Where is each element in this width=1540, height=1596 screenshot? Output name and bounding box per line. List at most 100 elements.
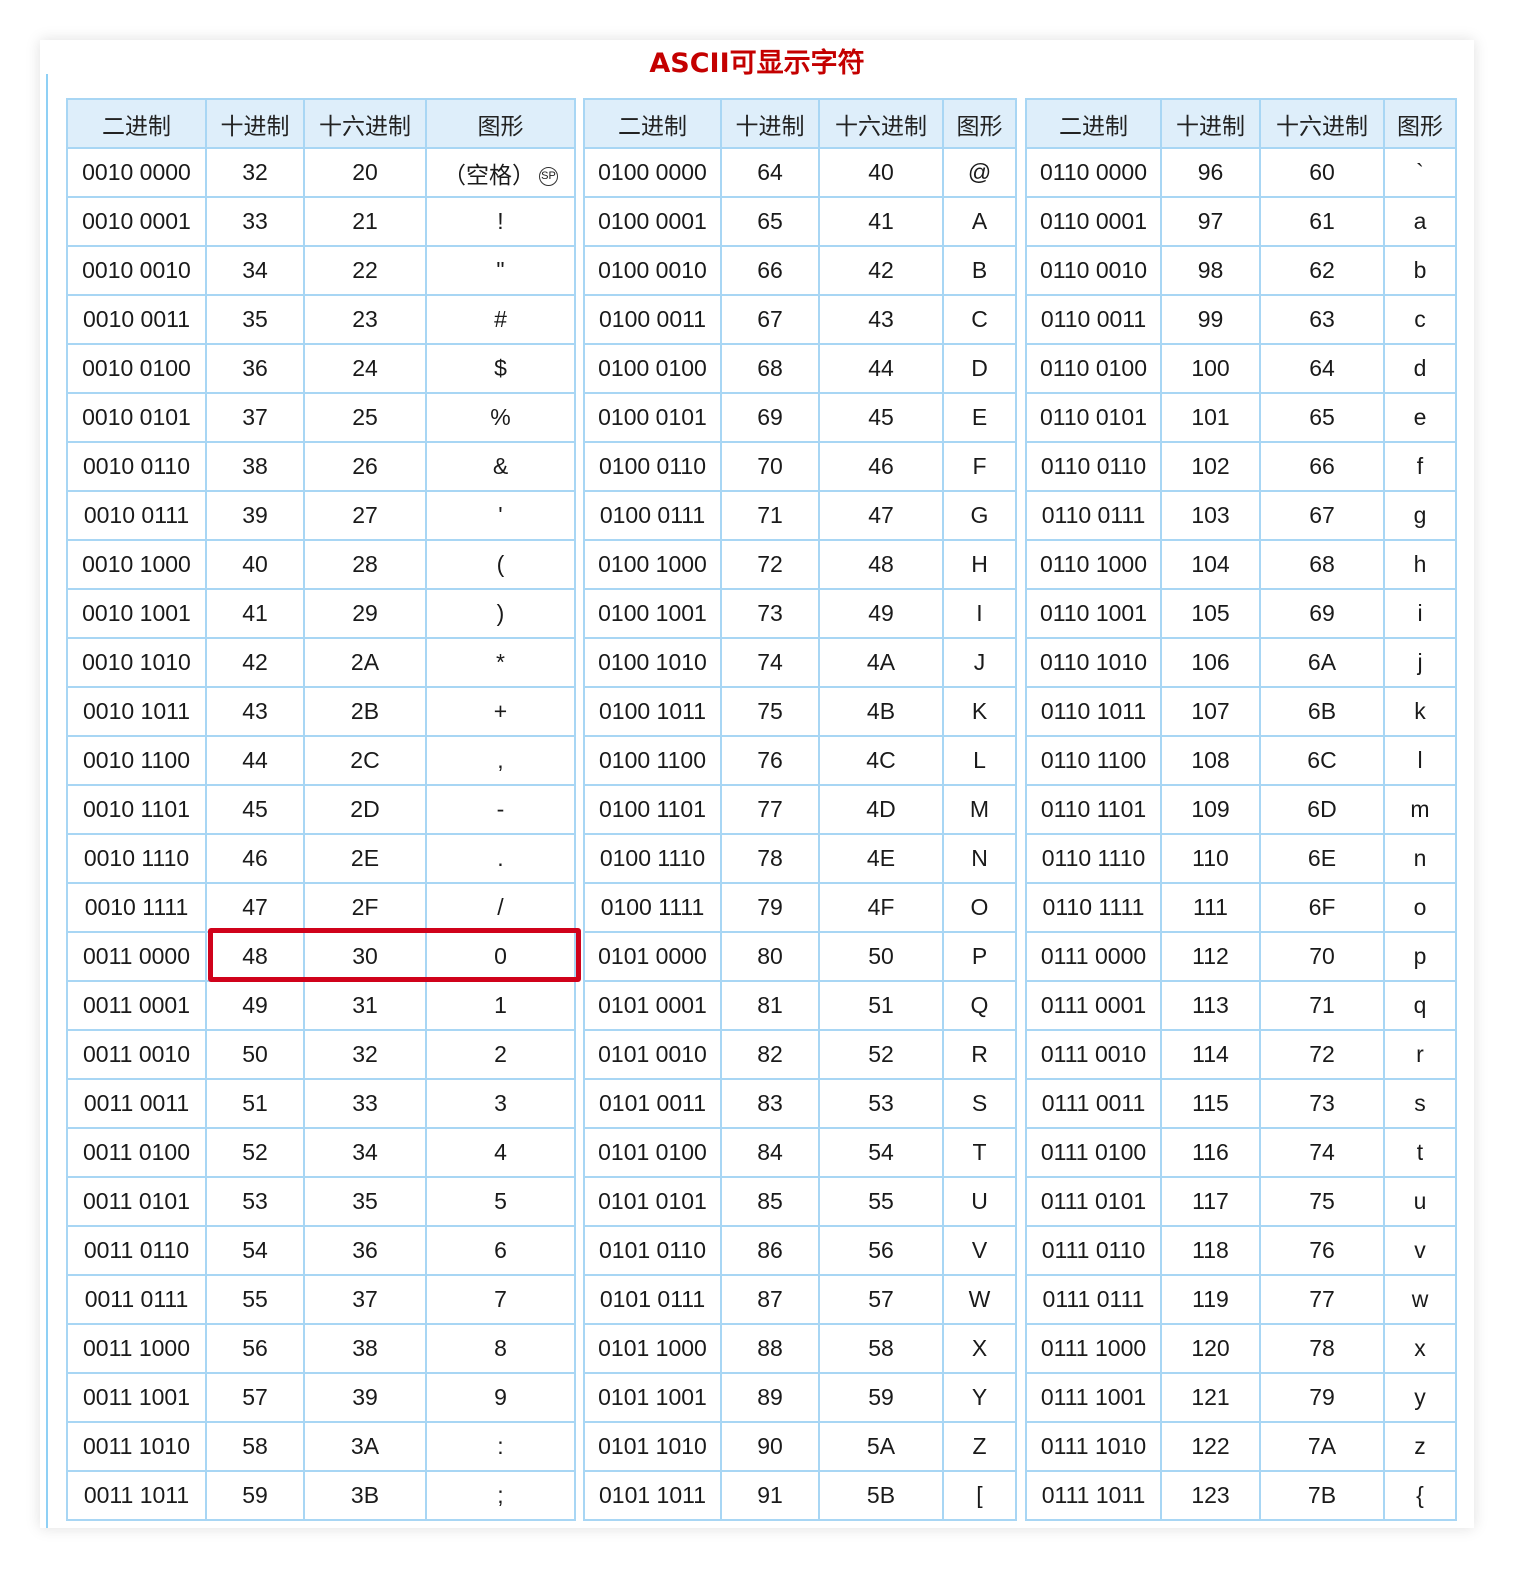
decimal-cell: 90 bbox=[720, 1421, 820, 1472]
binary-cell: 0100 0110 bbox=[583, 441, 722, 492]
table-row: 0010 1111 47 2F / bbox=[66, 882, 576, 933]
hex-cell: 2E bbox=[303, 833, 427, 884]
hex-cell: 57 bbox=[818, 1274, 944, 1325]
hex-cell: 3A bbox=[303, 1421, 427, 1472]
header-glyph: 图形 bbox=[942, 98, 1017, 149]
decimal-cell: 104 bbox=[1160, 539, 1261, 590]
table-row: 0110 1111 111 6F o bbox=[1025, 882, 1457, 933]
table-row: 0110 1101 109 6D m bbox=[1025, 784, 1457, 835]
glyph-cell: R bbox=[942, 1029, 1017, 1080]
table-row: 0011 0001 49 31 1 bbox=[66, 980, 576, 1031]
binary-cell: 0101 1011 bbox=[583, 1470, 722, 1521]
hex-cell: 29 bbox=[303, 588, 427, 639]
decimal-cell: 116 bbox=[1160, 1127, 1261, 1178]
glyph-cell: f bbox=[1383, 441, 1457, 492]
decimal-cell: 44 bbox=[205, 735, 305, 786]
hex-cell: 33 bbox=[303, 1078, 427, 1129]
table-row: 0100 0001 65 41 A bbox=[583, 196, 1017, 247]
glyph-cell: K bbox=[942, 686, 1017, 737]
binary-cell: 0110 1001 bbox=[1025, 588, 1162, 639]
hex-cell: 6D bbox=[1259, 784, 1385, 835]
hex-cell: 37 bbox=[303, 1274, 427, 1325]
hex-cell: 26 bbox=[303, 441, 427, 492]
hex-cell: 4F bbox=[818, 882, 944, 933]
glyph-cell: X bbox=[942, 1323, 1017, 1374]
glyph-cell: M bbox=[942, 784, 1017, 835]
binary-cell: 0100 0000 bbox=[583, 147, 722, 198]
hex-cell: 40 bbox=[818, 147, 944, 198]
hex-cell: 59 bbox=[818, 1372, 944, 1423]
glyph-cell: 8 bbox=[425, 1323, 576, 1374]
decimal-cell: 40 bbox=[205, 539, 305, 590]
binary-cell: 0010 1110 bbox=[66, 833, 207, 884]
binary-cell: 0110 1011 bbox=[1025, 686, 1162, 737]
table-row: 0101 0100 84 54 T bbox=[583, 1127, 1017, 1178]
decimal-cell: 54 bbox=[205, 1225, 305, 1276]
hex-cell: 3B bbox=[303, 1470, 427, 1521]
decimal-cell: 66 bbox=[720, 245, 820, 296]
decimal-cell: 115 bbox=[1160, 1078, 1261, 1129]
hex-cell: 75 bbox=[1259, 1176, 1385, 1227]
decimal-cell: 107 bbox=[1160, 686, 1261, 737]
glyph-cell: O bbox=[942, 882, 1017, 933]
table-row: 0100 0010 66 42 B bbox=[583, 245, 1017, 296]
hex-cell: 62 bbox=[1259, 245, 1385, 296]
decimal-cell: 84 bbox=[720, 1127, 820, 1178]
hex-cell: 51 bbox=[818, 980, 944, 1031]
hex-cell: 36 bbox=[303, 1225, 427, 1276]
glyph-cell: j bbox=[1383, 637, 1457, 688]
binary-cell: 0111 0110 bbox=[1025, 1225, 1162, 1276]
decimal-cell: 52 bbox=[205, 1127, 305, 1178]
glyph-cell: H bbox=[942, 539, 1017, 590]
binary-cell: 0111 1010 bbox=[1025, 1421, 1162, 1472]
hex-cell: 4C bbox=[818, 735, 944, 786]
hex-cell: 65 bbox=[1259, 392, 1385, 443]
glyph-cell: [ bbox=[942, 1470, 1017, 1521]
table-row: 0100 1111 79 4F O bbox=[583, 882, 1017, 933]
header-row: 二进制 十进制 十六进制 图形 bbox=[583, 98, 1017, 149]
hex-cell: 31 bbox=[303, 980, 427, 1031]
hex-cell: 74 bbox=[1259, 1127, 1385, 1178]
glyph-cell: 6 bbox=[425, 1225, 576, 1276]
decimal-cell: 43 bbox=[205, 686, 305, 737]
glyph-cell: ` bbox=[1383, 147, 1457, 198]
table-row: 0011 1001 57 39 9 bbox=[66, 1372, 576, 1423]
table-row: 0010 1011 43 2B + bbox=[66, 686, 576, 737]
decimal-cell: 53 bbox=[205, 1176, 305, 1227]
table-row: 0100 0011 67 43 C bbox=[583, 294, 1017, 345]
table-row: 0101 1001 89 59 Y bbox=[583, 1372, 1017, 1423]
hex-cell: 6F bbox=[1259, 882, 1385, 933]
glyph-cell: Z bbox=[942, 1421, 1017, 1472]
decimal-cell: 69 bbox=[720, 392, 820, 443]
binary-cell: 0101 0110 bbox=[583, 1225, 722, 1276]
binary-cell: 0010 1011 bbox=[66, 686, 207, 737]
table-row: 0100 0101 69 45 E bbox=[583, 392, 1017, 443]
binary-cell: 0010 0101 bbox=[66, 392, 207, 443]
binary-cell: 0111 0000 bbox=[1025, 931, 1162, 982]
glyph-cell: # bbox=[425, 294, 576, 345]
hex-cell: 28 bbox=[303, 539, 427, 590]
table-row: 0010 1001 41 29) bbox=[66, 588, 576, 639]
decimal-cell: 48 bbox=[205, 931, 305, 982]
decimal-cell: 67 bbox=[720, 294, 820, 345]
binary-cell: 0110 0000 bbox=[1025, 147, 1162, 198]
glyph-cell: T bbox=[942, 1127, 1017, 1178]
binary-cell: 0110 0111 bbox=[1025, 490, 1162, 541]
decimal-cell: 91 bbox=[720, 1470, 820, 1521]
hex-cell: 60 bbox=[1259, 147, 1385, 198]
glyph-cell: Y bbox=[942, 1372, 1017, 1423]
binary-cell: 0011 0110 bbox=[66, 1225, 207, 1276]
decimal-cell: 35 bbox=[205, 294, 305, 345]
table-row: 0110 1100 108 6C l bbox=[1025, 735, 1457, 786]
binary-cell: 0100 1000 bbox=[583, 539, 722, 590]
table-row: 0111 0001 113 71 q bbox=[1025, 980, 1457, 1031]
table-row: 0010 1101 45 2D - bbox=[66, 784, 576, 835]
glyph-cell: q bbox=[1383, 980, 1457, 1031]
binary-cell: 0011 0000 bbox=[66, 931, 207, 982]
table-row: 0010 1000 40 28( bbox=[66, 539, 576, 590]
hex-cell: 23 bbox=[303, 294, 427, 345]
hex-cell: 4B bbox=[818, 686, 944, 737]
glyph-cell: P bbox=[942, 931, 1017, 982]
table-row: 0010 0100 36 24 $ bbox=[66, 343, 576, 394]
table-row: 0100 0000 64 40 @ bbox=[583, 147, 1017, 198]
